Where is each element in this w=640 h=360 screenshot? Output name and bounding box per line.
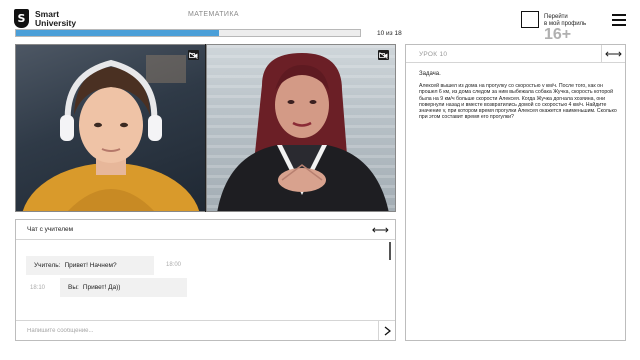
hamburger-menu-icon[interactable] [612, 14, 626, 26]
age-rating-badge: 16+ [544, 26, 572, 43]
message-sender: Вы: [68, 284, 79, 291]
avatar[interactable] [521, 11, 539, 28]
lesson-expand-icon[interactable]: ⟷ [601, 45, 625, 62]
subject-title: МАТЕМАТИКА [188, 11, 239, 18]
progress-fill [16, 30, 219, 36]
profile-link-line-1: Перейти [544, 14, 568, 20]
message-time: 18:10 [30, 285, 46, 291]
lesson-panel: УРОК 10 ⟷ Задача. Алексей вышел из дома … [405, 44, 626, 341]
logo[interactable]: S Smart University [14, 9, 76, 28]
camera-off-icon [189, 51, 198, 59]
student-camera-off-icon[interactable] [188, 50, 199, 60]
chat-input-area [16, 320, 395, 340]
logo-text: Smart University [35, 9, 77, 28]
chat-expand-icon[interactable]: ⟷ [372, 223, 389, 237]
task-text: Алексей вышел из дома на прогулку со ско… [419, 83, 617, 121]
teacher-video-frame [217, 53, 389, 211]
chat-panel: Чат с учителем ⟷ Учитель: Привет! Начнем… [15, 219, 396, 341]
logo-mark-icon: S [14, 9, 29, 28]
chat-message-input[interactable] [16, 321, 378, 340]
lesson-header: УРОК 10 ⟷ [406, 45, 625, 63]
chat-title: Чат с учителем [27, 226, 74, 233]
student-video-frame [22, 55, 200, 211]
chevron-right-icon [384, 325, 391, 336]
chat-message-teacher: Учитель: Привет! Начнем? [26, 256, 154, 275]
send-button[interactable] [378, 321, 395, 340]
message-text: Привет! Да)) [82, 284, 121, 291]
camera-off-icon [379, 51, 388, 59]
chat-divider [16, 239, 395, 240]
lesson-title: УРОК 10 [419, 51, 448, 58]
teacher-camera-off-icon[interactable] [378, 50, 389, 60]
logo-line-2: University [35, 17, 77, 28]
chat-scrollbar[interactable] [389, 242, 391, 260]
message-sender: Учитель: [34, 262, 61, 269]
message-text: Привет! Начнем? [64, 262, 117, 269]
menu-bar [612, 24, 626, 26]
lesson-progress-bar [15, 29, 361, 37]
message-time: 18:00 [166, 262, 182, 268]
chat-message-self: Вы: Привет! Да)) [60, 278, 187, 297]
progress-count: 10 из 18 [377, 30, 402, 37]
task-label: Задача. [419, 71, 441, 77]
teacher-video [206, 44, 396, 212]
student-video [15, 44, 206, 212]
video-divider [205, 44, 206, 212]
menu-bar [612, 14, 626, 16]
menu-bar [612, 19, 626, 21]
